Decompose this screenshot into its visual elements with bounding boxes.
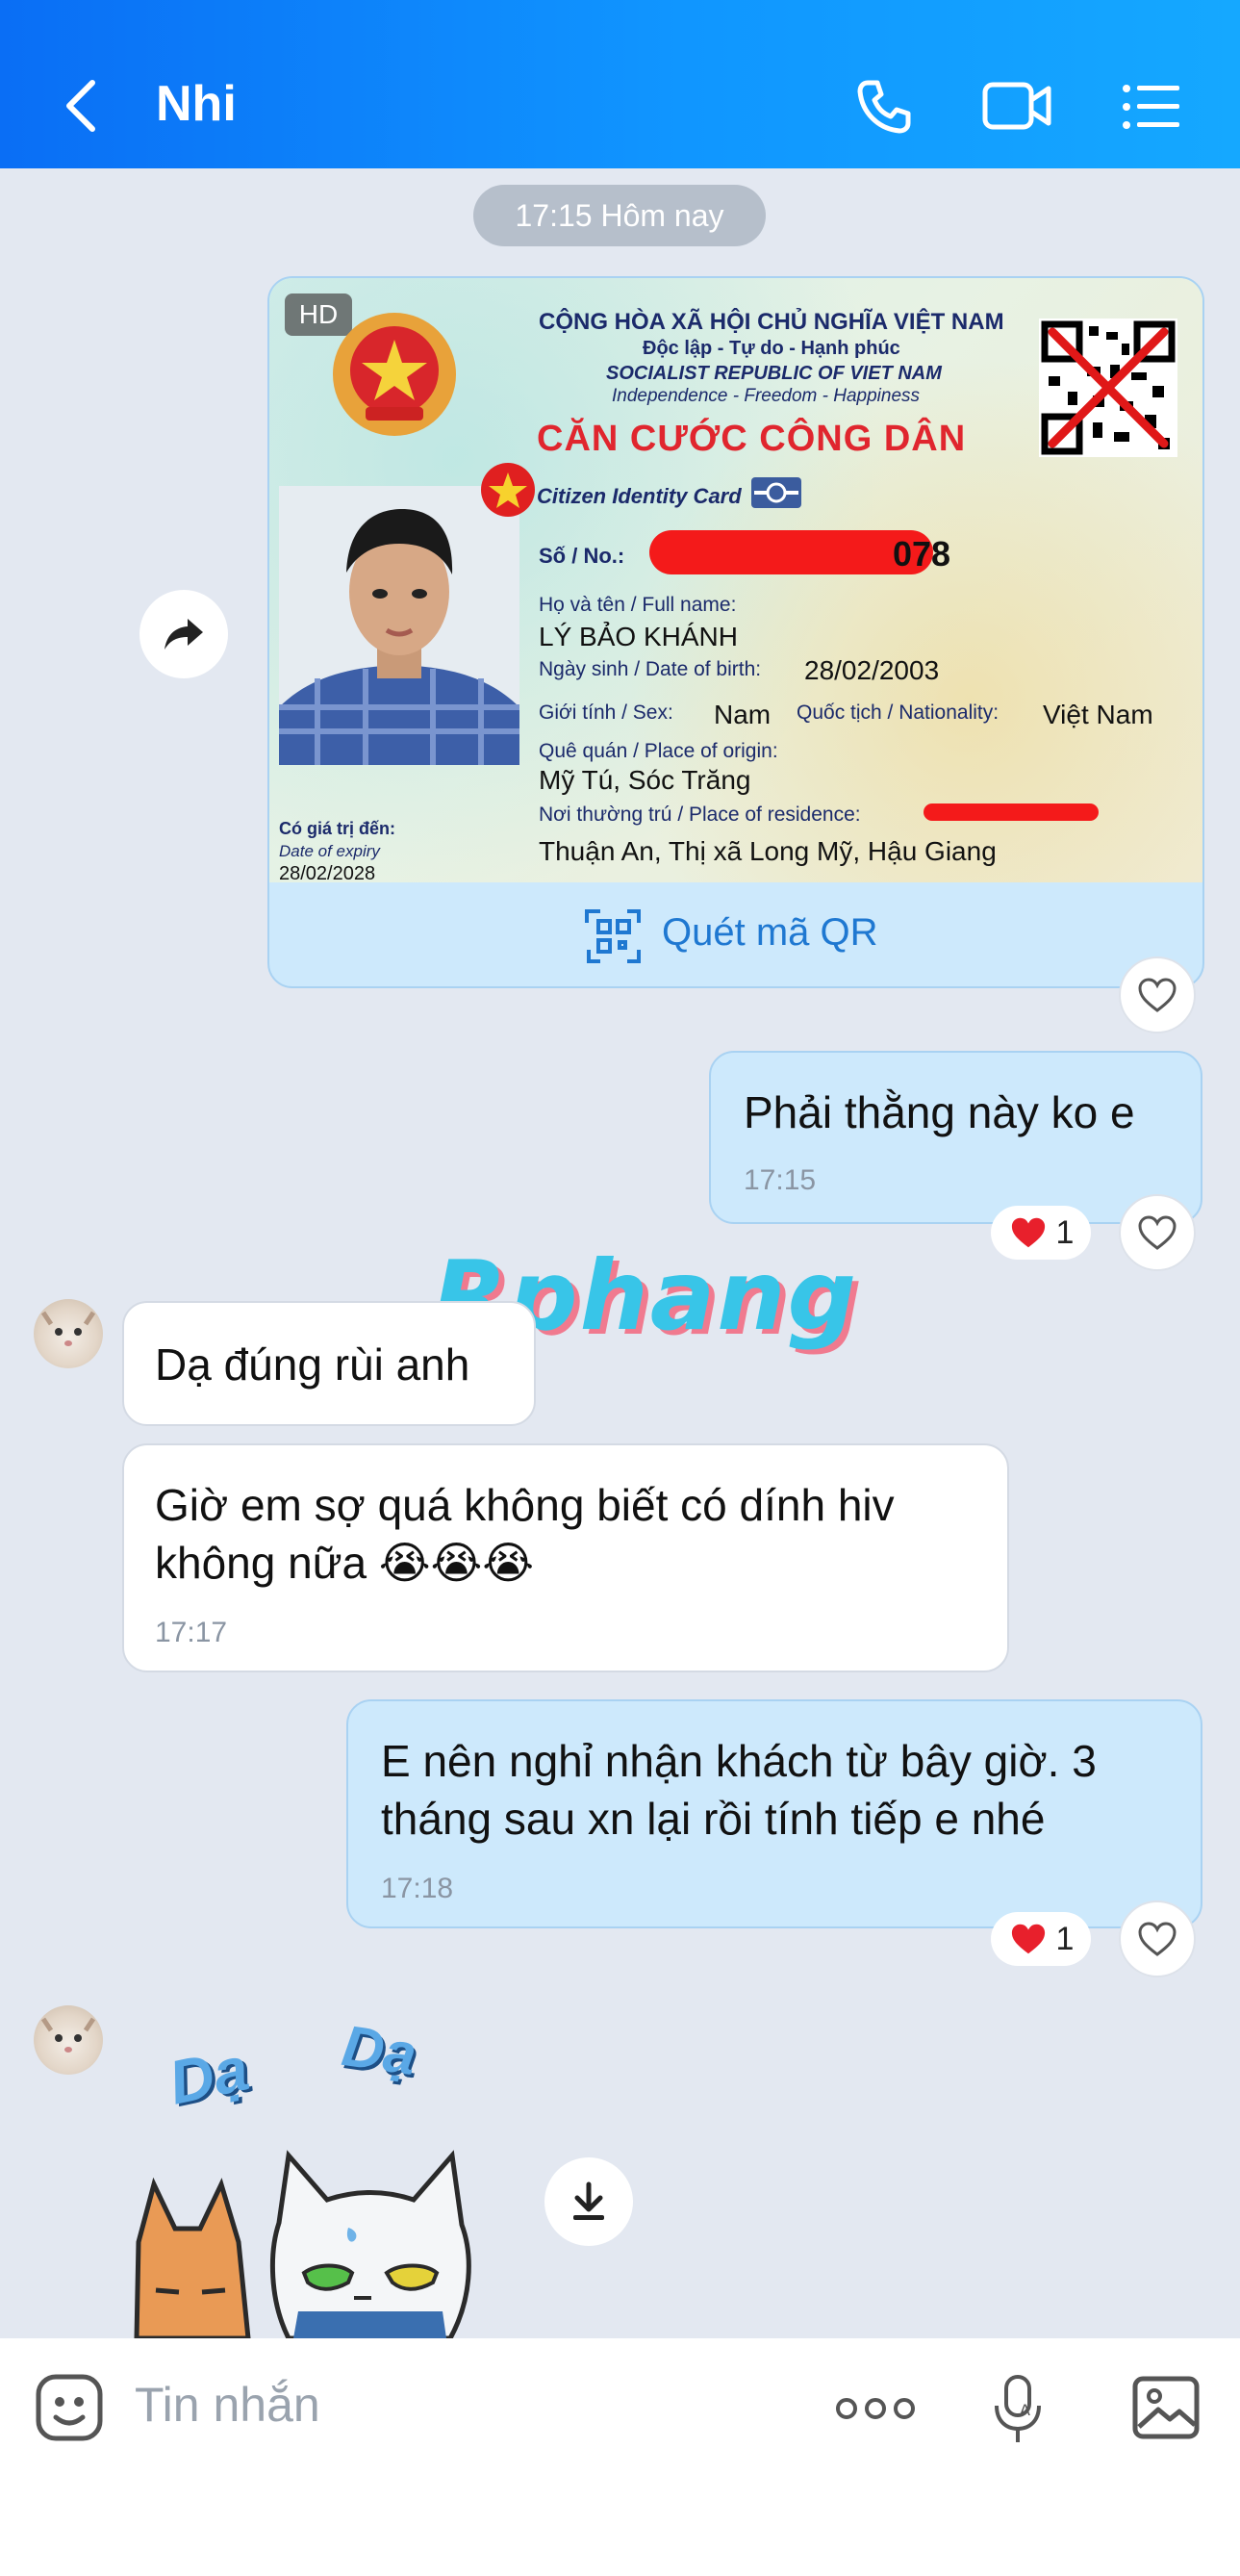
id-photo (279, 486, 519, 765)
message-bubble-outgoing[interactable]: E nên nghỉ nhận khách từ bây giờ. 3 thán… (346, 1699, 1202, 1928)
message-text: E nên nghỉ nhận khách từ bây giờ. 3 thán… (381, 1736, 1097, 1844)
svg-text:A: A (1020, 2401, 1030, 2419)
scan-qr-button[interactable]: Quét mã QR (269, 882, 1202, 986)
like-button[interactable] (1119, 956, 1196, 1033)
message-bubble-outgoing[interactable]: Phải thằng này ko e 17:15 (709, 1051, 1202, 1224)
card-heading: CĂN CƯỚC CÔNG DÂN (537, 419, 967, 459)
card-line2: Độc lập - Tự do - Hạnh phúc (643, 338, 900, 359)
voice-microphone-icon[interactable]: A (991, 2373, 1045, 2451)
expiry-label: Có giá trị đến: (279, 819, 395, 838)
nationality-value: Việt Nam (1043, 700, 1153, 729)
message-time: 17:15 (744, 1164, 817, 1196)
card-line1: CỘNG HÒA XÃ HỘI CHỦ NGHĨA VIỆT NAM (539, 309, 1004, 335)
nationality-label: Quốc tịch / Nationality: (797, 701, 1000, 724)
message-text: Dạ đúng rùi anh (155, 1339, 470, 1390)
reaction-count: 1 (1055, 1213, 1075, 1251)
message-time: 17:18 (381, 1873, 454, 1904)
message-text: Phải thằng này ko e (744, 1087, 1135, 1137)
name-value: LÝ BẢO KHÁNH (539, 622, 738, 651)
like-button[interactable] (1119, 1900, 1196, 1977)
message-composer: Tin nhắn A (0, 2338, 1240, 2576)
dob-label: Ngày sinh / Date of birth: (539, 658, 762, 680)
card-subheading: Citizen Identity Card (537, 484, 742, 508)
back-arrow-icon[interactable] (58, 77, 106, 140)
image-gallery-icon[interactable] (1131, 2373, 1201, 2447)
contact-avatar[interactable] (34, 2005, 103, 2075)
chat-header: Nhi (0, 0, 1240, 168)
video-call-icon[interactable] (981, 79, 1054, 138)
message-input[interactable]: Tin nhắn (135, 2377, 320, 2433)
residence-value: Thuận An, Thị xã Long Mỹ, Hậu Giang (539, 836, 997, 866)
like-button[interactable] (1119, 1194, 1196, 1271)
time-divider: 17:15 Hôm nay (473, 185, 766, 246)
sex-label: Giới tính / Sex: (539, 701, 673, 724)
heart-outline-icon (1138, 1922, 1177, 1956)
sticker-message[interactable]: Dạ Dạ (125, 2011, 510, 2338)
qr-scan-icon (583, 905, 645, 972)
reaction-badge[interactable]: 1 (991, 1912, 1091, 1966)
chip-icon (750, 476, 802, 514)
message-bubble-incoming[interactable]: Giờ em sợ quá không biết có dính hiv khô… (122, 1443, 1009, 1672)
id-card-image[interactable]: HD CỘNG HÒA XÃ HỘI CHỦ NGHĨA VIỆT NAM Độ… (269, 278, 1202, 882)
dob-value: 28/02/2003 (804, 655, 940, 685)
reaction-count: 1 (1055, 1920, 1075, 1957)
card-line3: SOCIALIST REPUBLIC OF VIET NAM (606, 363, 942, 384)
message-text: Giờ em sợ quá không biết có dính hiv khô… (155, 1480, 895, 1588)
forward-button[interactable] (139, 590, 228, 678)
expiry-label-en: Date of expiry (279, 842, 380, 860)
download-icon (573, 2181, 604, 2220)
download-button[interactable] (544, 2157, 633, 2246)
redacted-residence (924, 803, 1099, 821)
card-number-visible: 078 (893, 534, 951, 574)
red-heart-icon (1011, 1924, 1045, 1954)
card-number-label: Số / No.: (539, 544, 625, 568)
menu-list-icon[interactable] (1122, 83, 1181, 136)
origin-label: Quê quán / Place of origin: (539, 740, 778, 762)
card-line4: Independence - Freedom - Happiness (612, 386, 921, 406)
sticker-cats-illustration (134, 2150, 471, 2338)
national-emblem-icon (327, 307, 462, 446)
star-icon (479, 461, 537, 523)
sex-value: Nam (714, 700, 772, 729)
origin-value: Mỹ Tú, Sóc Trăng (539, 765, 751, 795)
emoji-sticker-icon[interactable] (35, 2373, 104, 2447)
residence-label: Nơi thường trú / Place of residence: (539, 803, 861, 826)
message-time: 17:17 (155, 1617, 228, 1648)
name-label: Họ và tên / Full name: (539, 594, 737, 616)
message-bubble-incoming[interactable]: Dạ đúng rùi anh (122, 1301, 536, 1426)
redacted-number (649, 530, 933, 574)
contact-avatar[interactable] (34, 1299, 103, 1368)
qr-code (1039, 319, 1177, 457)
scan-qr-label: Quét mã QR (662, 911, 878, 954)
contact-name[interactable]: Nhi (156, 75, 237, 133)
phone-icon[interactable] (854, 77, 914, 141)
reaction-badge[interactable]: 1 (991, 1206, 1091, 1260)
id-card-message[interactable]: HD CỘNG HÒA XÃ HỘI CHỦ NGHĨA VIỆT NAM Độ… (267, 276, 1204, 988)
more-options-icon[interactable] (835, 2394, 916, 2428)
share-arrow-icon (164, 619, 203, 650)
heart-outline-icon (1138, 978, 1177, 1012)
expiry-value: 28/02/2028 (279, 863, 376, 882)
heart-outline-icon (1138, 1215, 1177, 1250)
red-heart-icon (1011, 1217, 1045, 1248)
